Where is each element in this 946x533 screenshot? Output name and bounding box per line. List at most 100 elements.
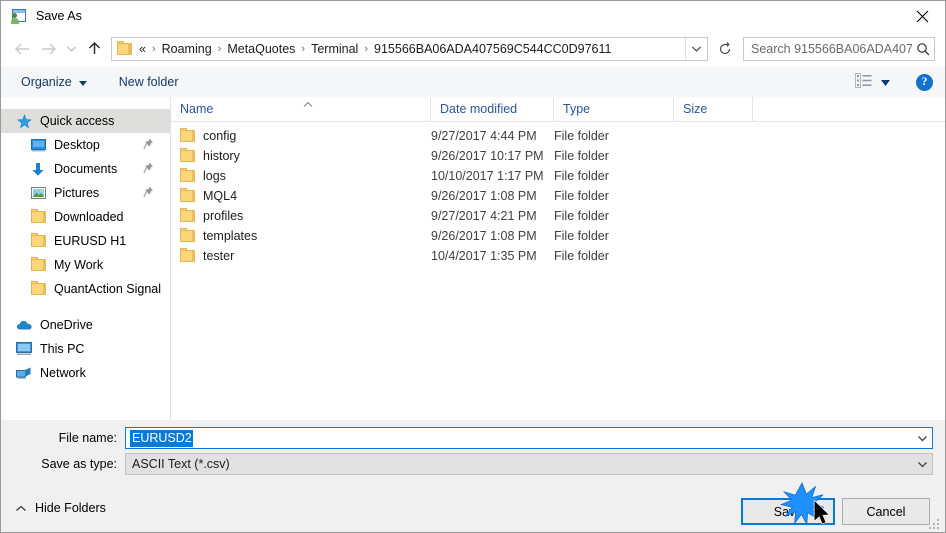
sidebar-item-eurusd-h1[interactable]: EURUSD H1 — [1, 229, 170, 253]
sidebar-item-label: EURUSD H1 — [54, 234, 127, 248]
column-header-size[interactable]: Size — [674, 97, 753, 121]
folder-icon — [29, 281, 47, 297]
save-as-type-select[interactable]: ASCII Text (*.csv) — [125, 453, 933, 475]
sidebar-item-desktop[interactable]: Desktop — [1, 133, 170, 157]
file-rows: config 9/27/2017 4:44 PM File folder his… — [171, 122, 945, 266]
this-pc-monitor-icon — [15, 341, 33, 357]
chevron-down-icon[interactable] — [912, 461, 932, 468]
breadcrumb-item-metaquotes[interactable]: MetaQuotes — [227, 42, 295, 56]
file-name-value: EURUSD2 — [130, 429, 193, 447]
search-input[interactable]: Search 915566BA06ADA40756... — [743, 37, 935, 61]
breadcrumb-lead[interactable]: « — [139, 42, 146, 56]
pin-icon[interactable] — [143, 138, 154, 153]
table-row[interactable]: config 9/27/2017 4:44 PM File folder — [171, 126, 945, 146]
close-icon[interactable] — [899, 1, 945, 31]
file-name-cell: config — [171, 128, 431, 143]
sidebar-item-downloaded[interactable]: Downloaded — [1, 205, 170, 229]
help-button[interactable]: ? — [916, 73, 933, 91]
file-name-input[interactable]: EURUSD2 — [125, 427, 933, 449]
sidebar-item-my-work[interactable]: My Work — [1, 253, 170, 277]
sidebar-item-label: Quick access — [40, 114, 115, 128]
organize-button[interactable]: Organize — [15, 71, 93, 93]
folder-icon — [29, 257, 47, 273]
address-bar[interactable]: « › Roaming › MetaQuotes › Terminal › 91… — [111, 37, 708, 61]
chevron-down-icon[interactable] — [912, 435, 932, 442]
chevron-down-icon — [881, 75, 890, 89]
breadcrumb: « › Roaming › MetaQuotes › Terminal › 91… — [139, 42, 685, 56]
save-button-label: Save — [773, 504, 803, 519]
save-button[interactable]: Save — [741, 498, 835, 525]
pin-icon[interactable] — [143, 162, 154, 177]
column-header-date-modified[interactable]: Date modified — [431, 97, 554, 121]
pin-icon[interactable] — [143, 186, 154, 201]
chevron-down-icon — [78, 75, 87, 89]
file-name-cell: profiles — [171, 208, 431, 223]
refresh-icon[interactable] — [714, 38, 735, 60]
column-header-name[interactable]: Name — [171, 97, 431, 121]
file-type: File folder — [554, 209, 609, 223]
sidebar-item-label: Network — [40, 366, 86, 380]
organize-label: Organize — [21, 75, 72, 89]
file-date: 9/27/2017 4:44 PM — [431, 129, 537, 143]
table-row[interactable]: history 9/26/2017 10:17 PM File folder — [171, 146, 945, 166]
column-header-type[interactable]: Type — [554, 97, 674, 121]
list-view-icon — [855, 73, 872, 91]
file-date: 9/26/2017 10:17 PM — [431, 149, 544, 163]
network-icon — [15, 365, 33, 381]
folder-icon — [117, 40, 133, 56]
arrow-left-icon[interactable] — [9, 36, 35, 62]
file-date: 9/26/2017 1:08 PM — [431, 189, 537, 203]
navigation-bar: « › Roaming › MetaQuotes › Terminal › 91… — [1, 31, 945, 67]
chevron-down-icon[interactable] — [685, 38, 707, 60]
hide-folders-button[interactable]: Hide Folders — [15, 501, 106, 515]
dialog-body: Quick access Desktop Documents Pictures … — [1, 97, 945, 420]
save-as-type-label: Save as type: — [41, 457, 117, 471]
breadcrumb-item-terminal[interactable]: Terminal — [311, 42, 358, 56]
breadcrumb-item-current[interactable]: 915566BA06ADA407569C544CC0D97611 — [374, 42, 611, 56]
folder-icon — [180, 148, 195, 162]
file-name: history — [203, 149, 240, 163]
table-row[interactable]: logs 10/10/2017 1:17 PM File folder — [171, 166, 945, 186]
file-date: 9/26/2017 1:08 PM — [431, 229, 537, 243]
dialog-footer: Hide Folders Save Cancel — [1, 492, 945, 532]
table-row[interactable]: profiles 9/27/2017 4:21 PM File folder — [171, 206, 945, 226]
sidebar-item-onedrive[interactable]: OneDrive — [1, 313, 170, 337]
search-placeholder: Search 915566BA06ADA40756... — [751, 42, 912, 56]
save-as-window-icon — [10, 8, 27, 25]
arrow-up-icon[interactable] — [81, 36, 107, 62]
cancel-button[interactable]: Cancel — [842, 498, 930, 525]
sidebar-item-network[interactable]: Network — [1, 361, 170, 385]
search-icon[interactable] — [912, 42, 934, 56]
table-row[interactable]: MQL4 9/26/2017 1:08 PM File folder — [171, 186, 945, 206]
sidebar-item-label: My Work — [54, 258, 104, 272]
resize-grip[interactable] — [929, 517, 941, 529]
file-date: 9/27/2017 4:21 PM — [431, 209, 537, 223]
documents-download-icon — [29, 161, 47, 177]
table-row[interactable]: templates 9/26/2017 1:08 PM File folder — [171, 226, 945, 246]
sidebar-item-label: Pictures — [54, 186, 100, 200]
file-name: MQL4 — [203, 189, 238, 203]
chevron-down-icon[interactable] — [61, 36, 81, 62]
file-type: File folder — [554, 189, 609, 203]
sidebar-item-label: Downloaded — [54, 210, 124, 224]
table-row[interactable]: tester 10/4/2017 1:35 PM File folder — [171, 246, 945, 266]
sidebar-item-label: Desktop — [54, 138, 100, 152]
file-name: profiles — [203, 209, 244, 223]
pictures-icon — [29, 185, 47, 201]
breadcrumb-item-roaming[interactable]: Roaming — [162, 42, 212, 56]
sidebar-item-label: QuantAction Signal — [54, 282, 162, 296]
file-name: config — [203, 129, 237, 143]
sidebar-item-quick-access[interactable]: Quick access — [1, 109, 170, 133]
breadcrumb-separator: › — [301, 43, 306, 55]
help-label: ? — [921, 76, 928, 88]
arrow-right-icon[interactable] — [35, 36, 61, 62]
sidebar-item-documents[interactable]: Documents — [1, 157, 170, 181]
sidebar-item-this-pc[interactable]: This PC — [1, 337, 170, 361]
file-name: tester — [203, 249, 235, 263]
view-options-button[interactable] — [851, 73, 894, 91]
sidebar-item-quantaction-signal[interactable]: QuantAction Signal — [1, 277, 170, 301]
cancel-button-label: Cancel — [866, 504, 906, 519]
new-folder-button[interactable]: New folder — [113, 71, 185, 93]
sort-ascending-icon — [302, 97, 314, 111]
sidebar-item-pictures[interactable]: Pictures — [1, 181, 170, 205]
